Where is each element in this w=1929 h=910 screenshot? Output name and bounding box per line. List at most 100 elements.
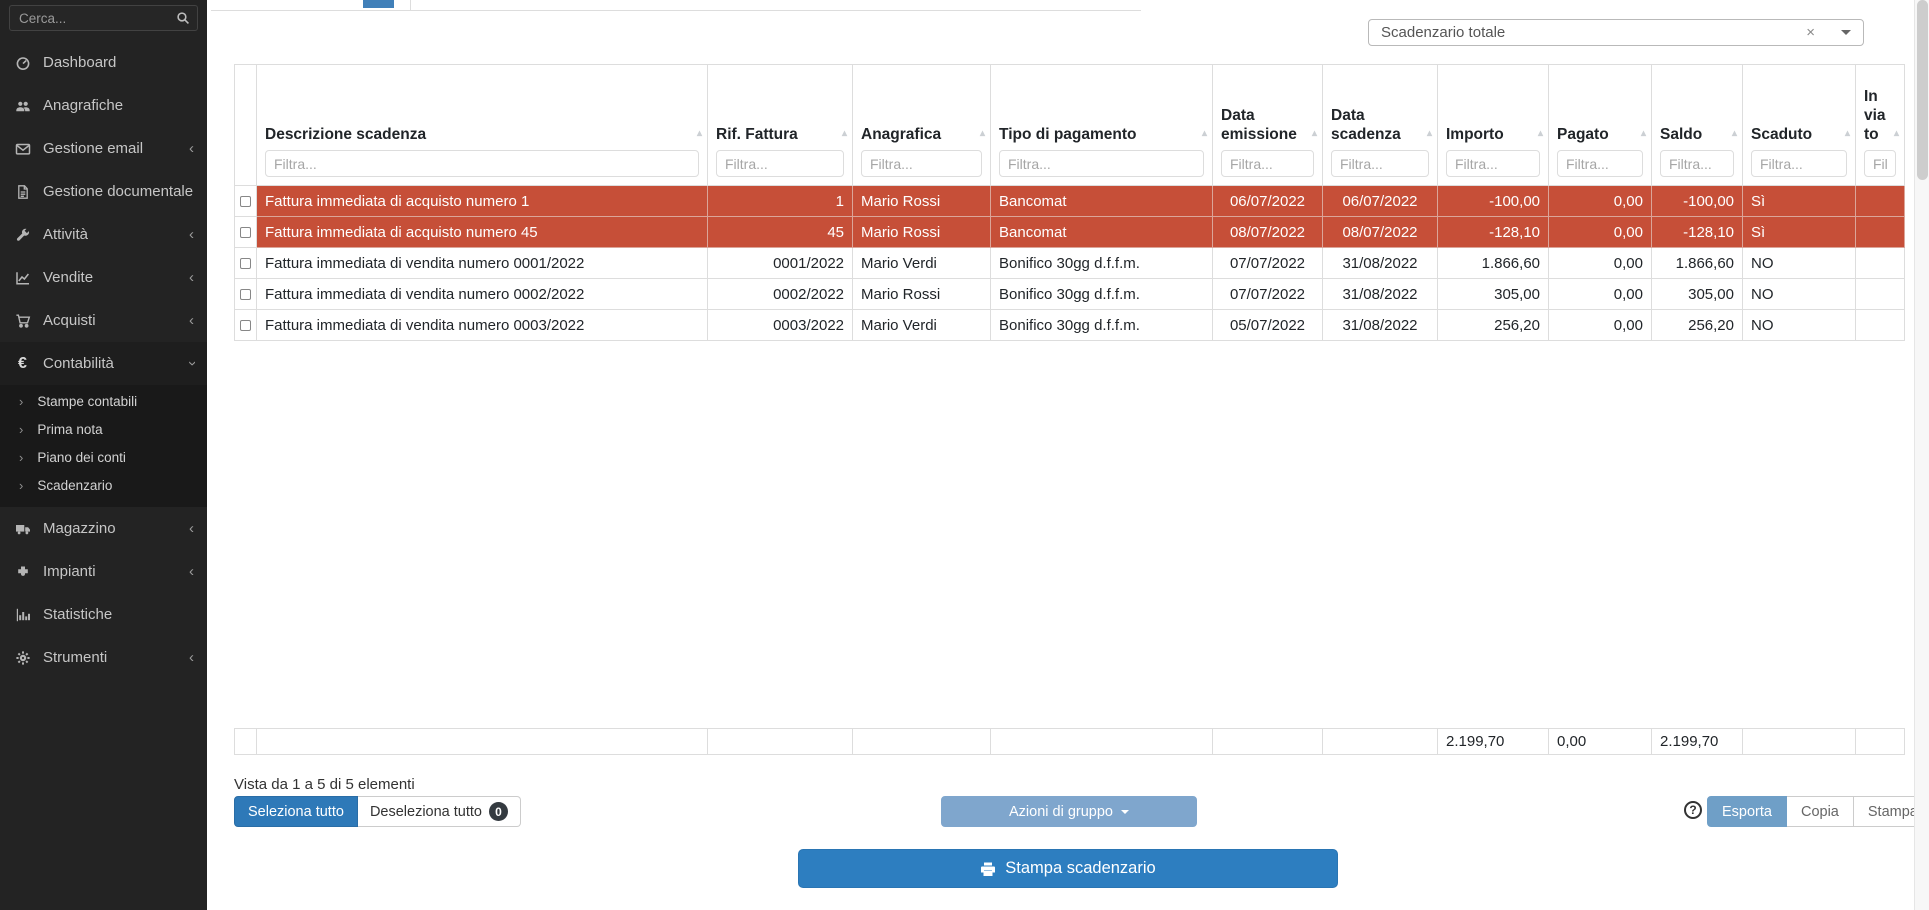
cell-scaduto: NO (1743, 248, 1856, 279)
totals-row: 2.199,70 0,00 2.199,70 (234, 728, 1905, 755)
column-header-data-scadenza[interactable]: Data scadenza ▴ (1323, 65, 1438, 186)
sort-caret-icon[interactable]: ▴ (1845, 128, 1850, 139)
page-scrollbar[interactable] (1914, 0, 1929, 910)
cell-scaduto: Sì (1743, 186, 1856, 217)
sort-caret-icon[interactable]: ▴ (1641, 128, 1646, 139)
sort-caret-icon[interactable]: ▴ (980, 128, 985, 139)
sidebar-subitem-piano-dei-conti[interactable]: ›Piano dei conti (0, 443, 207, 471)
sidebar-subitem-scadenzario[interactable]: ›Scadenzario (0, 471, 207, 499)
table-row[interactable]: Fattura immediata di vendita numero 0003… (235, 310, 1905, 341)
row-checkbox[interactable] (240, 258, 251, 269)
cell-tipo-pagamento: Bonifico 30gg d.f.f.m. (991, 310, 1213, 341)
copy-button[interactable]: Copia (1787, 796, 1854, 827)
cell-anagrafica: Mario Verdi (853, 248, 991, 279)
filter-saldo[interactable] (1660, 150, 1734, 177)
totals-empty (1323, 729, 1438, 755)
row-checkbox[interactable] (240, 289, 251, 300)
deselect-all-button[interactable]: Deseleziona tutto 0 (358, 796, 521, 827)
filter-rif-fattura[interactable] (716, 150, 844, 177)
sort-caret-icon[interactable]: ▴ (1732, 128, 1737, 139)
column-header-inviato[interactable]: Inviato ▴ (1856, 65, 1905, 186)
group-actions-button[interactable]: Azioni di gruppo (941, 796, 1197, 827)
cell-saldo: 256,20 (1652, 310, 1743, 341)
row-checkbox-cell (235, 310, 257, 341)
filter-inviato[interactable] (1864, 150, 1896, 177)
sidebar-item-magazzino[interactable]: Magazzino‹ (0, 507, 207, 550)
euro-icon: € (13, 356, 32, 372)
sidebar-subitem-prima-nota[interactable]: ›Prima nota (0, 415, 207, 443)
sidebar-item-gestione-email[interactable]: Gestione email‹ (0, 127, 207, 170)
sort-caret-icon[interactable]: ▴ (1202, 128, 1207, 139)
table-row[interactable]: Fattura immediata di acquisto numero 1 1… (235, 186, 1905, 217)
sidebar-subitem-stampe-contabili[interactable]: ›Stampe contabili (0, 387, 207, 415)
column-header-descrizione[interactable]: Descrizione scadenza ▴ (257, 65, 708, 186)
filter-scaduto[interactable] (1751, 150, 1847, 177)
cell-pagato: 0,00 (1549, 279, 1652, 310)
deselect-count-badge: 0 (489, 802, 508, 821)
schedule-view-select[interactable]: Scadenzario totale × (1368, 19, 1864, 46)
search-input[interactable] (9, 5, 198, 31)
column-header-tipo-pagamento[interactable]: Tipo di pagamento ▴ (991, 65, 1213, 186)
sidebar-item-acquisti[interactable]: Acquisti‹ (0, 299, 207, 342)
sidebar-item-vendite[interactable]: Vendite ‹ (0, 256, 207, 299)
filter-anagrafica[interactable] (861, 150, 982, 177)
sidebar-item-dashboard[interactable]: Dashboard (0, 41, 207, 84)
column-header-anagrafica[interactable]: Anagrafica ▴ (853, 65, 991, 186)
sidebar-item-label: Strumenti (43, 649, 107, 666)
sidebar-item-label: Anagrafiche (43, 97, 123, 114)
table-row[interactable]: Fattura immediata di vendita numero 0001… (235, 248, 1905, 279)
cell-rif-fattura: 0001/2022 (708, 248, 853, 279)
column-header-saldo[interactable]: Saldo ▴ (1652, 65, 1743, 186)
sidebar-item-label: Vendite (43, 269, 93, 286)
filter-pagato[interactable] (1557, 150, 1643, 177)
print-schedule-button[interactable]: Stampa scadenzario (798, 849, 1338, 888)
clear-selection-icon[interactable]: × (1802, 24, 1819, 41)
column-header-rif-fattura[interactable]: Rif. Fattura ▴ (708, 65, 853, 186)
table-row[interactable]: Fattura immediata di vendita numero 0002… (235, 279, 1905, 310)
chevron-left-icon: ‹ (189, 313, 194, 328)
search-icon[interactable] (176, 11, 190, 25)
scrollbar-thumb[interactable] (1917, 0, 1928, 180)
sort-caret-icon[interactable]: ▴ (1312, 128, 1317, 139)
sort-caret-icon[interactable]: ▴ (1894, 128, 1899, 139)
totals-empty (257, 729, 708, 755)
sidebar-item-contabilita[interactable]: €Contabilità‹ (0, 342, 207, 385)
sidebar-item-strumenti[interactable]: Strumenti‹ (0, 636, 207, 679)
filter-tipo-pagamento[interactable] (999, 150, 1204, 177)
totals-empty (991, 729, 1213, 755)
chevron-down-icon: ‹ (184, 361, 199, 366)
sidebar-item-gestione-documentale[interactable]: Gestione documentale (0, 170, 207, 213)
column-header-data-emissione[interactable]: Data emissione ▴ (1213, 65, 1323, 186)
sidebar-item-impianti[interactable]: Impianti‹ (0, 550, 207, 593)
filter-descrizione[interactable] (265, 150, 699, 177)
column-header-pagato[interactable]: Pagato ▴ (1549, 65, 1652, 186)
users-icon (13, 98, 32, 114)
totals-empty (1856, 729, 1905, 755)
chevron-right-icon: › (19, 422, 23, 437)
chevron-left-icon: ‹ (189, 564, 194, 579)
row-checkbox[interactable] (240, 196, 251, 207)
chevron-left-icon: ‹ (189, 270, 194, 285)
cell-descrizione: Fattura immediata di vendita numero 0002… (257, 279, 708, 310)
sort-caret-icon[interactable]: ▴ (842, 128, 847, 139)
column-header-scaduto[interactable]: Scaduto ▴ (1743, 65, 1856, 186)
sort-caret-icon[interactable]: ▴ (1538, 128, 1543, 139)
sort-caret-icon[interactable]: ▴ (1427, 128, 1432, 139)
caret-down-icon[interactable] (1841, 30, 1851, 35)
select-all-button[interactable]: Seleziona tutto (234, 796, 358, 827)
sidebar-item-attivita[interactable]: Attività‹ (0, 213, 207, 256)
help-icon[interactable]: ? (1684, 801, 1702, 819)
table-row[interactable]: Fattura immediata di acquisto numero 45 … (235, 217, 1905, 248)
sidebar-item-anagrafiche[interactable]: Anagrafiche (0, 84, 207, 127)
cell-scaduto: NO (1743, 310, 1856, 341)
sidebar-item-label: Gestione documentale (43, 183, 193, 200)
export-button[interactable]: Esporta (1707, 796, 1787, 827)
row-checkbox[interactable] (240, 227, 251, 238)
filter-data-scadenza[interactable] (1331, 150, 1429, 177)
row-checkbox[interactable] (240, 320, 251, 331)
filter-importo[interactable] (1446, 150, 1540, 177)
sidebar-item-statistiche[interactable]: Statistiche (0, 593, 207, 636)
filter-data-emissione[interactable] (1221, 150, 1314, 177)
sort-caret-icon[interactable]: ▴ (697, 128, 702, 139)
column-header-importo[interactable]: Importo ▴ (1438, 65, 1549, 186)
